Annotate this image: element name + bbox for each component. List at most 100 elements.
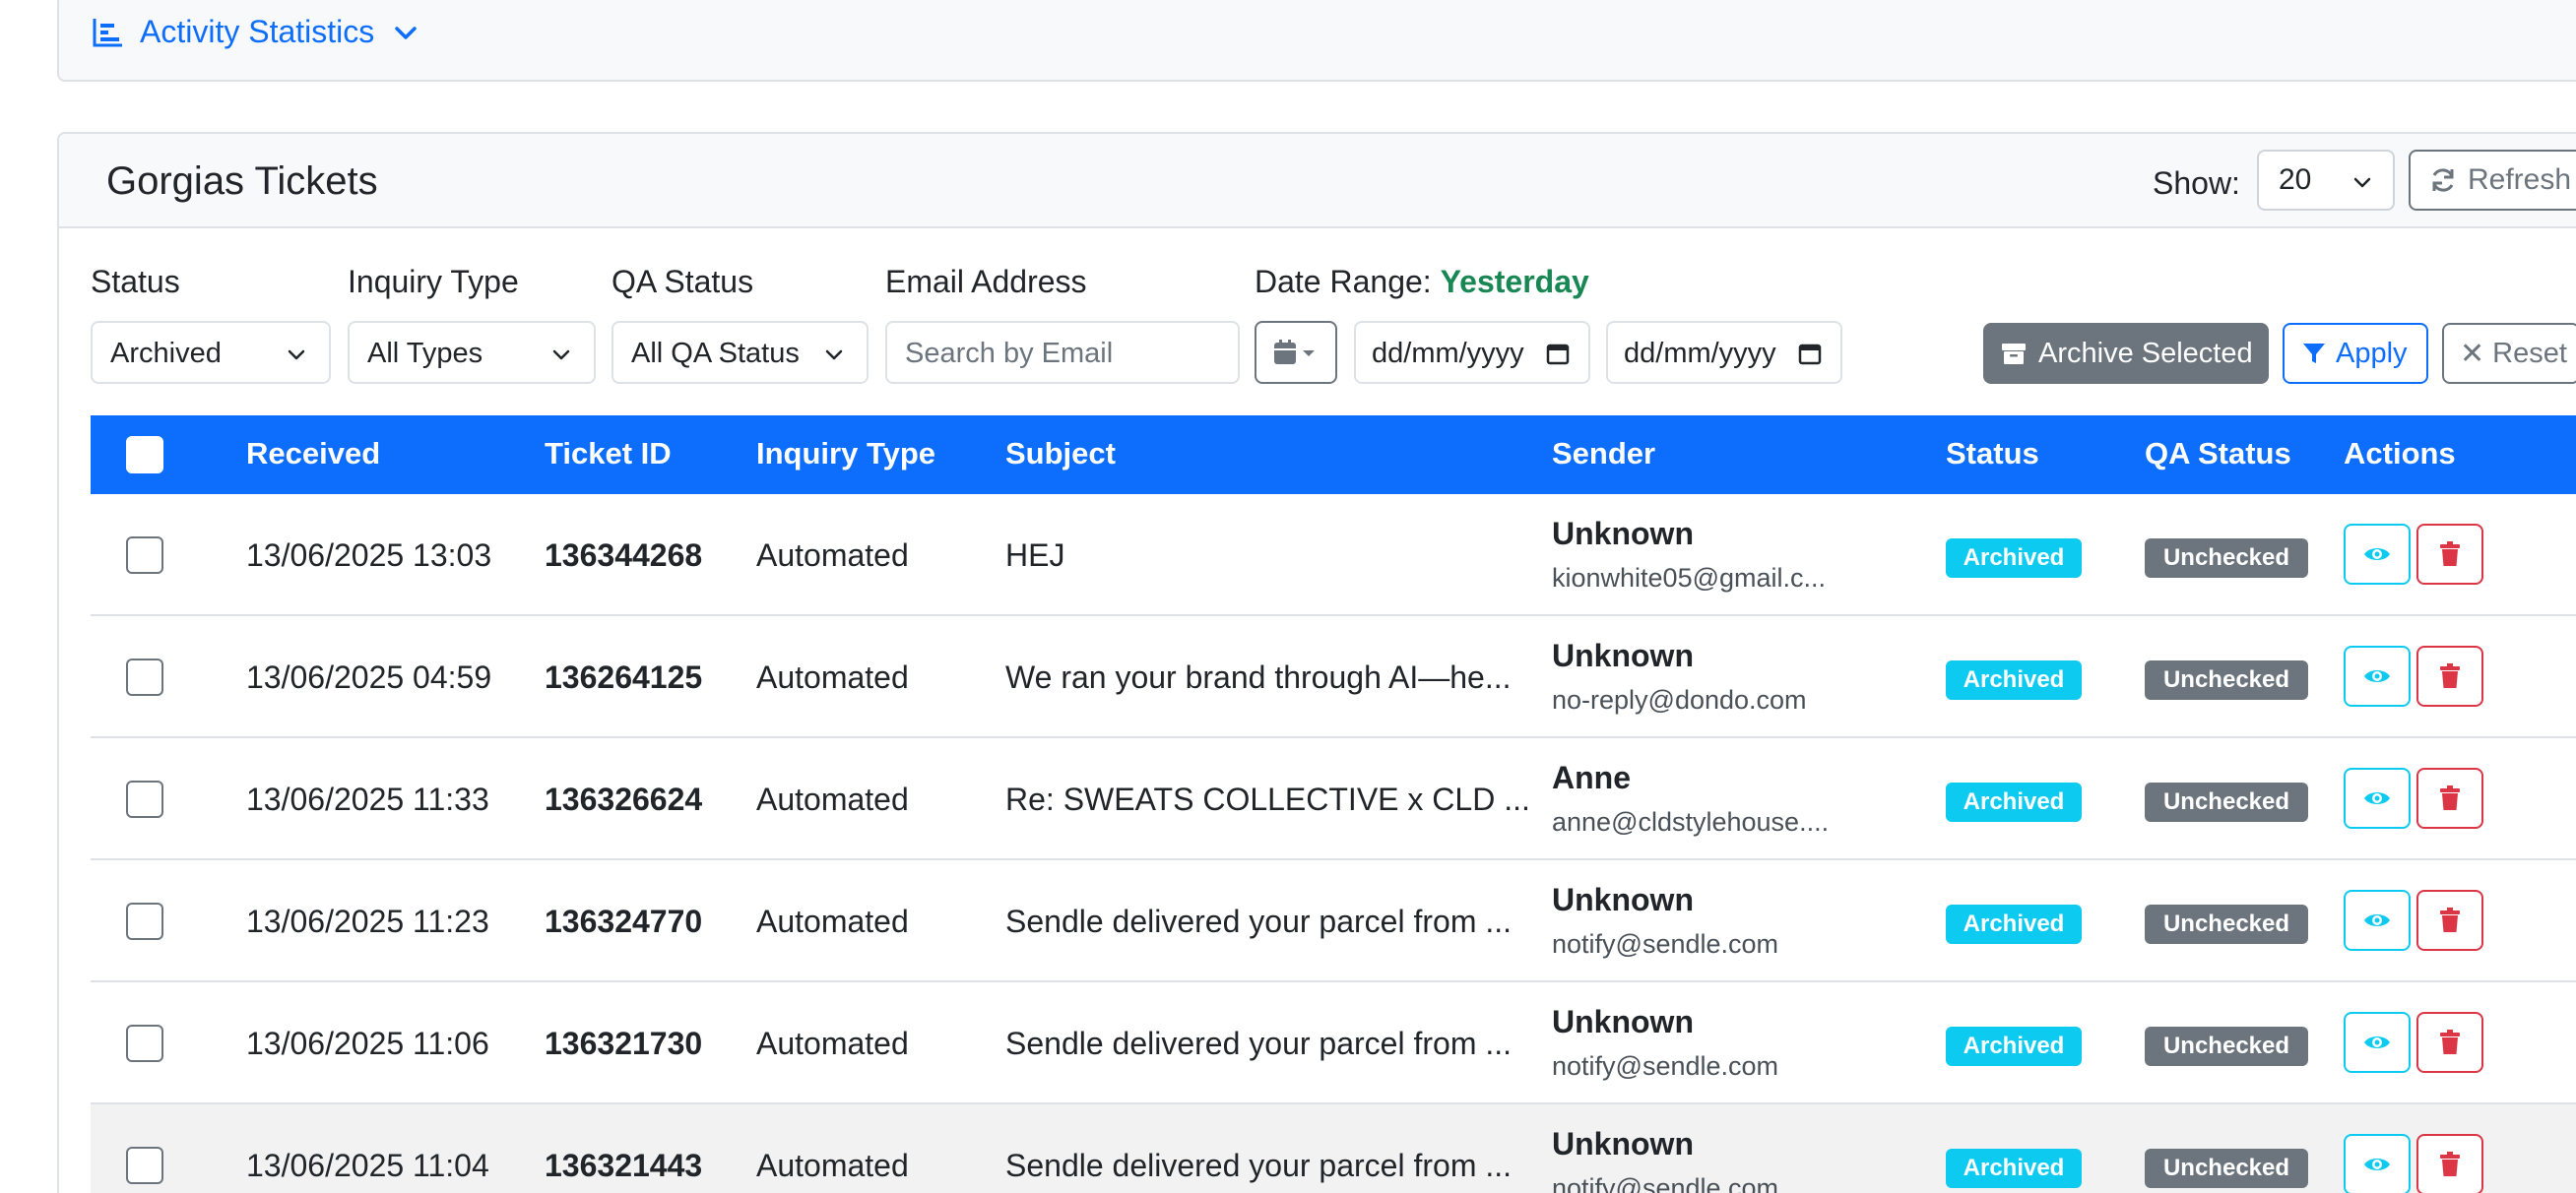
ticket-id-cell: 136321443 — [545, 1148, 703, 1183]
email-search-input[interactable]: Search by Email — [885, 321, 1240, 384]
ticket-id-cell: 136264125 — [545, 659, 703, 695]
chevron-down-icon — [2353, 177, 2371, 188]
status-badge: Archived — [1946, 538, 2082, 578]
calendar-icon — [1798, 344, 1822, 365]
status-filter-value: Archived — [110, 338, 222, 369]
delete-button[interactable] — [2416, 768, 2483, 829]
table-row[interactable]: 13/06/2025 04:59 136264125 Automated We … — [91, 616, 2576, 738]
table-row[interactable]: 13/06/2025 11:06 136321730 Automated Sen… — [91, 982, 2576, 1104]
date-preset-dropdown[interactable] — [1255, 321, 1337, 384]
status-badge: Archived — [1946, 660, 2082, 700]
archive-selected-button[interactable]: Archive Selected — [1983, 323, 2269, 384]
column-header-ticket-id[interactable]: Ticket ID — [545, 436, 672, 471]
inquiry-type-cell: Automated — [756, 659, 909, 695]
eye-icon — [2364, 1036, 2390, 1048]
table-row[interactable]: 13/06/2025 11:04 136321443 Automated Sen… — [91, 1104, 2576, 1193]
qa-status-badge: Unchecked — [2145, 905, 2308, 944]
row-checkbox[interactable] — [126, 903, 163, 940]
sender-email: notify@sendle.com — [1552, 1051, 1779, 1081]
sender-email: anne@cldstylehouse.... — [1552, 807, 1830, 837]
row-checkbox[interactable] — [126, 659, 163, 696]
ticket-id-cell: 136344268 — [545, 537, 703, 573]
inquiry-type-select[interactable]: All Types — [348, 321, 596, 384]
row-checkbox[interactable] — [126, 536, 163, 574]
page-size-select[interactable]: 20 — [2257, 150, 2395, 211]
table-row[interactable]: 13/06/2025 11:33 136326624 Automated Re:… — [91, 738, 2576, 860]
refresh-icon — [2432, 168, 2454, 192]
inquiry-type-cell: Automated — [756, 537, 909, 573]
view-button[interactable] — [2344, 768, 2411, 829]
table-row[interactable]: 13/06/2025 11:23 136324770 Automated Sen… — [91, 860, 2576, 982]
sender-email: no-reply@dondo.com — [1552, 685, 1807, 715]
column-header-status[interactable]: Status — [1946, 436, 2039, 471]
sender-email: notify@sendle.com — [1552, 1173, 1779, 1193]
column-header-received[interactable]: Received — [246, 436, 380, 471]
ticket-id-cell: 136324770 — [545, 904, 703, 939]
activity-statistics-toggle[interactable]: Activity Statistics — [91, 14, 421, 50]
delete-button[interactable] — [2416, 646, 2483, 707]
received-cell: 13/06/2025 04:59 — [246, 659, 492, 695]
view-button[interactable] — [2344, 1012, 2411, 1073]
sender-name: Unknown — [1552, 638, 1694, 673]
qa-status-badge: Unchecked — [2145, 538, 2308, 578]
show-label: Show: — [2153, 165, 2240, 201]
inquiry-type-value: All Types — [367, 338, 483, 369]
eye-icon — [2364, 670, 2390, 682]
delete-button[interactable] — [2416, 524, 2483, 585]
qa-status-select[interactable]: All QA Status — [612, 321, 869, 384]
sender-name: Anne — [1552, 760, 1631, 795]
trash-icon — [2440, 1030, 2460, 1054]
column-header-qa-status[interactable]: QA Status — [2145, 436, 2291, 471]
qa-status-badge: Unchecked — [2145, 1149, 2308, 1188]
delete-button[interactable] — [2416, 1012, 2483, 1073]
date-to-value: dd/mm/yyyy — [1624, 338, 1776, 369]
column-header-inquiry-type[interactable]: Inquiry Type — [756, 436, 935, 471]
sender-name: Unknown — [1552, 516, 1694, 551]
received-cell: 13/06/2025 11:04 — [246, 1148, 489, 1183]
sender-name: Unknown — [1552, 882, 1694, 917]
page-title: Gorgias Tickets — [106, 159, 378, 203]
view-button[interactable] — [2344, 524, 2411, 585]
status-badge: Archived — [1946, 905, 2082, 944]
select-all-checkbox[interactable] — [126, 436, 163, 473]
refresh-button[interactable]: Refresh — [2409, 150, 2576, 211]
reset-button[interactable]: ✕ Reset — [2442, 323, 2576, 384]
delete-button[interactable] — [2416, 890, 2483, 951]
date-to-input[interactable]: dd/mm/yyyy — [1606, 321, 1842, 384]
sender-email: kionwhite05@gmail.c... — [1552, 563, 1827, 593]
sender-email: notify@sendle.com — [1552, 929, 1779, 959]
date-from-input[interactable]: dd/mm/yyyy — [1354, 321, 1590, 384]
qa-status-badge: Unchecked — [2145, 783, 2308, 822]
apply-button[interactable]: Apply — [2283, 323, 2428, 384]
eye-icon — [2364, 548, 2390, 560]
date-range-text: Date Range: — [1255, 264, 1432, 299]
view-button[interactable] — [2344, 890, 2411, 951]
date-range-label: Date Range: Yesterday — [1255, 264, 1589, 300]
qa-status-badge: Unchecked — [2145, 660, 2308, 700]
chevron-down-icon — [825, 349, 843, 360]
eye-icon — [2364, 792, 2390, 804]
subject-cell: Sendle delivered your parcel from ... — [1005, 1148, 1513, 1183]
column-header-sender[interactable]: Sender — [1552, 436, 1655, 471]
received-cell: 13/06/2025 13:03 — [246, 537, 492, 573]
inquiry-type-cell: Automated — [756, 1148, 909, 1183]
activity-statistics-panel: Activity Statistics — [57, 0, 2576, 82]
subject-cell: Re: SWEATS COLLECTIVE x CLD ... — [1005, 782, 1530, 817]
row-checkbox[interactable] — [126, 1147, 163, 1184]
card-header: Gorgias Tickets Show: 20 Refresh — [59, 134, 2576, 228]
calendar-icon — [1546, 344, 1570, 365]
table-row[interactable]: 13/06/2025 13:03 136344268 Automated HEJ… — [91, 494, 2576, 616]
inquiry-filter-label: Inquiry Type — [348, 264, 519, 299]
sender-name: Unknown — [1552, 1004, 1694, 1039]
archive-box-icon — [2002, 344, 2026, 364]
view-button[interactable] — [2344, 1134, 2411, 1193]
row-checkbox[interactable] — [126, 1025, 163, 1062]
chevron-down-icon — [288, 349, 305, 360]
row-checkbox[interactable] — [126, 781, 163, 818]
status-filter-select[interactable]: Archived — [91, 321, 331, 384]
column-header-subject[interactable]: Subject — [1005, 436, 1116, 471]
delete-button[interactable] — [2416, 1134, 2483, 1193]
view-button[interactable] — [2344, 646, 2411, 707]
inquiry-type-cell: Automated — [756, 782, 909, 817]
trash-icon — [2440, 785, 2460, 810]
